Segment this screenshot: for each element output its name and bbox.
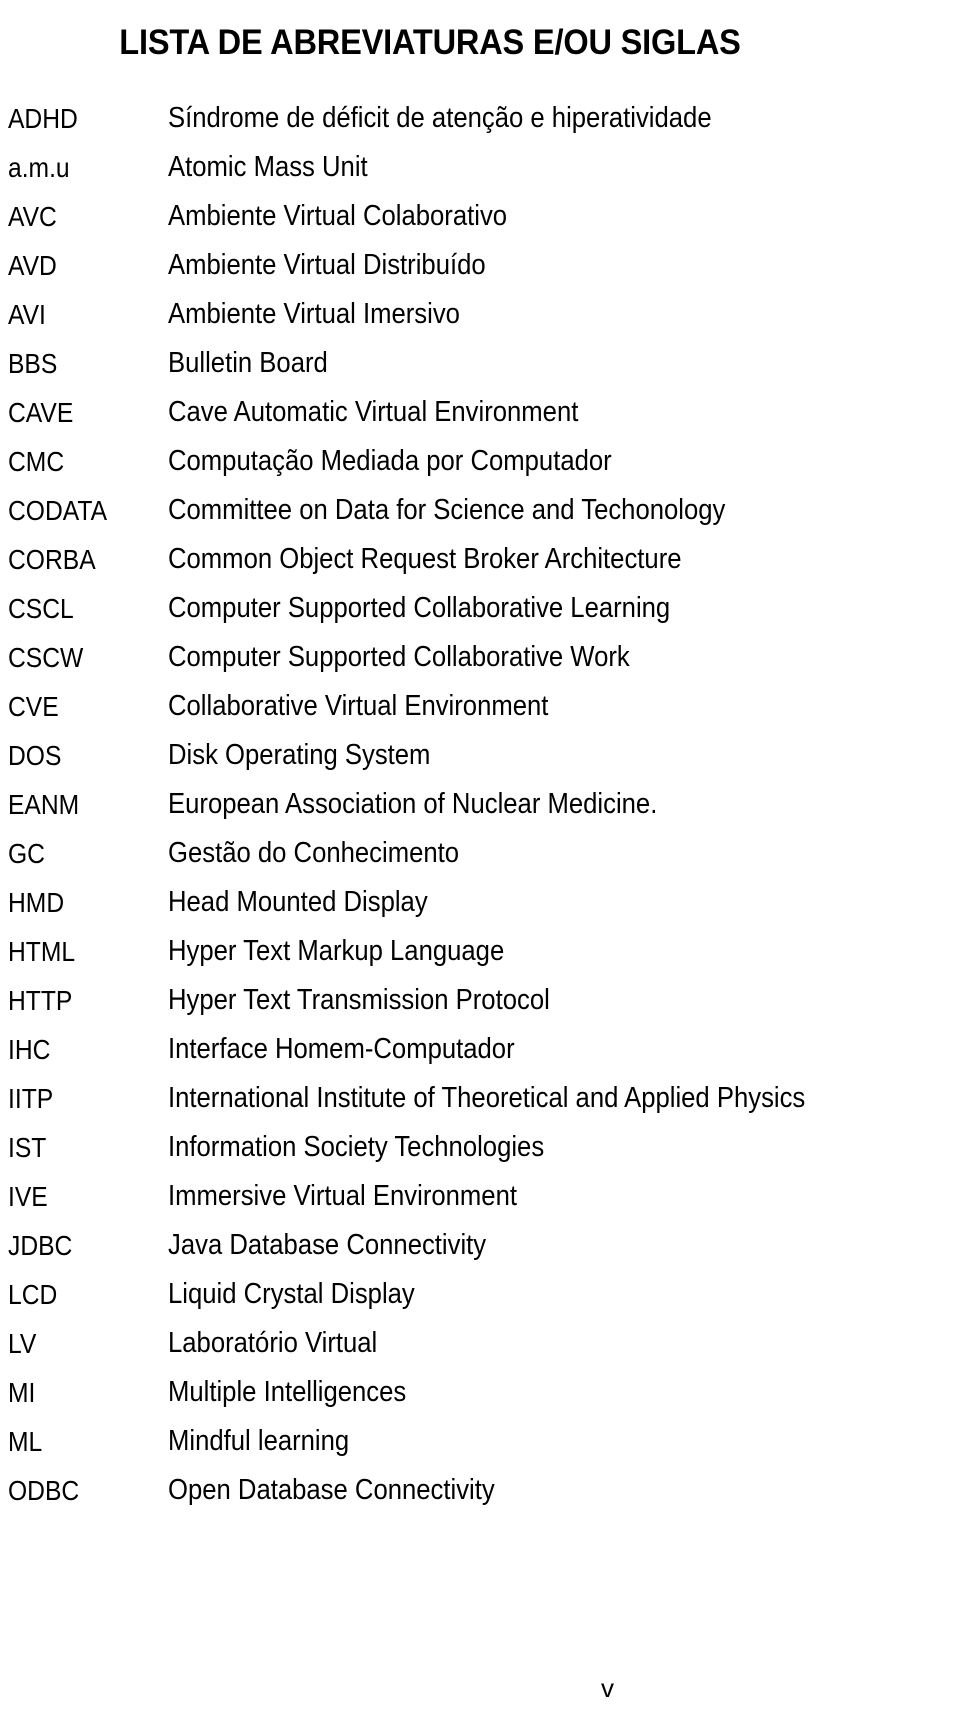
abbreviation-row: MI Multiple Intelligences [0,1368,960,1417]
abbreviation-definition: Atomic Mass Unit [168,151,368,183]
abbreviation-definition: International Institute of Theoretical a… [168,1082,806,1114]
abbreviation-term: CVE [8,691,59,722]
abbreviation-definition: Multiple Intelligences [168,1376,407,1408]
abbreviation-row: ODBC Open Database Connectivity [0,1466,960,1515]
abbreviation-row: DOS Disk Operating System [0,731,960,780]
abbreviation-row: IHC Interface Homem-Computador [0,1025,960,1074]
abbreviation-list: ADHD Síndrome de déficit de atenção e hip… [0,94,960,1515]
abbreviation-definition: Bulletin Board [168,347,328,379]
abbreviation-term: CAVE [8,397,74,428]
abbreviation-row: LCD Liquid Crystal Display [0,1270,960,1319]
abbreviation-row: HMD Head Mounted Display [0,878,960,927]
abbreviation-term: MI [8,1377,36,1408]
abbreviation-definition: Computer Supported Collaborative Learnin… [168,592,671,624]
abbreviation-definition: Liquid Crystal Display [168,1278,415,1310]
abbreviation-term: IITP [8,1083,54,1114]
abbreviation-definition: Ambiente Virtual Distribuído [168,249,486,281]
abbreviation-row: CMC Computação Mediada por Computador [0,437,960,486]
abbreviation-term: a.m.u [8,152,70,183]
abbreviation-row: ADHD Síndrome de déficit de atenção e hip… [0,94,960,143]
abbreviation-row: GC Gestão do Conhecimento [0,829,960,878]
abbreviation-row: IST Information Society Technologies [0,1123,960,1172]
abbreviation-term: AVC [8,201,57,232]
abbreviation-row: CVE Collaborative Virtual Environment [0,682,960,731]
abbreviation-definition: Head Mounted Display [168,886,428,918]
abbreviation-definition: Ambiente Virtual Imersivo [168,298,460,330]
document-page: LISTA DE ABREVIATURAS E/OU SIGLAS ADHD Sí… [0,0,960,1721]
abbreviation-definition: Computer Supported Collaborative Work [168,641,630,673]
abbreviation-definition: Hyper Text Transmission Protocol [168,984,550,1016]
abbreviation-term: BBS [8,348,58,379]
abbreviation-definition: Immersive Virtual Environment [168,1180,517,1212]
abbreviation-row: ML Mindful learning [0,1417,960,1466]
abbreviation-row: AVC Ambiente Virtual Colaborativo [0,192,960,241]
abbreviation-term: CSCW [8,642,84,673]
page-title: LISTA DE ABREVIATURAS E/OU SIGLAS [119,23,741,63]
abbreviation-term: CMC [8,446,65,477]
abbreviation-term: HTML [8,936,76,967]
abbreviation-term: DOS [8,740,62,771]
abbreviation-term: IHC [8,1034,51,1065]
abbreviation-row: HTML Hyper Text Markup Language [0,927,960,976]
abbreviation-row: BBS Bulletin Board [0,339,960,388]
abbreviation-row: CORBA Common Object Request Broker Archit… [0,535,960,584]
abbreviation-term: ADHD [8,103,78,134]
abbreviation-term: IST [8,1132,47,1163]
abbreviation-term: CSCL [8,593,74,624]
abbreviation-row: CAVE Cave Automatic Virtual Environment [0,388,960,437]
abbreviation-row: CODATA Committee on Data for Science and … [0,486,960,535]
abbreviation-term: CODATA [8,495,108,526]
abbreviation-definition: Java Database Connectivity [168,1229,487,1261]
abbreviation-definition: Gestão do Conhecimento [168,837,460,869]
abbreviation-term: EANM [8,789,80,820]
abbreviation-term: AVI [8,299,46,330]
abbreviation-definition: Common Object Request Broker Architectur… [168,543,682,575]
abbreviation-row: HTTP Hyper Text Transmission Protocol [0,976,960,1025]
abbreviation-term: ODBC [8,1475,80,1506]
abbreviation-term: IVE [8,1181,48,1212]
abbreviation-term: HMD [8,887,65,918]
abbreviation-definition: Síndrome de déficit de atenção e hiperat… [168,102,712,134]
abbreviation-definition: Open Database Connectivity [168,1474,495,1506]
abbreviation-row: AVD Ambiente Virtual Distribuído [0,241,960,290]
abbreviation-row: LV Laboratório Virtual [0,1319,960,1368]
abbreviation-row: a.m.u Atomic Mass Unit [0,143,960,192]
abbreviation-term: LV [8,1328,37,1359]
abbreviation-row: JDBC Java Database Connectivity [0,1221,960,1270]
abbreviation-definition: Information Society Technologies [168,1131,545,1163]
abbreviation-row: AVI Ambiente Virtual Imersivo [0,290,960,339]
abbreviation-row: CSCL Computer Supported Collaborative Lea… [0,584,960,633]
abbreviation-row: IITP International Institute of Theoretic… [0,1074,960,1123]
abbreviation-row: CSCW Computer Supported Collaborative Wor… [0,633,960,682]
abbreviation-definition: Hyper Text Markup Language [168,935,505,967]
abbreviation-term: HTTP [8,985,73,1016]
abbreviation-term: CORBA [8,544,96,575]
abbreviation-term: ML [8,1426,43,1457]
abbreviation-row: IVE Immersive Virtual Environment [0,1172,960,1221]
abbreviation-term: LCD [8,1279,58,1310]
abbreviation-definition: Committee on Data for Science and Techon… [168,494,726,526]
abbreviation-term: JDBC [8,1230,73,1261]
abbreviation-definition: Interface Homem-Computador [168,1033,515,1065]
abbreviation-definition: Mindful learning [168,1425,350,1457]
abbreviation-term: AVD [8,250,57,281]
abbreviation-definition: Disk Operating System [168,739,431,771]
abbreviation-term: GC [8,838,45,869]
abbreviation-row: EANM European Association of Nuclear Medi… [0,780,960,829]
abbreviation-definition: Laboratório Virtual [168,1327,378,1359]
abbreviation-definition: Collaborative Virtual Environment [168,690,549,722]
abbreviation-definition: European Association of Nuclear Medicine… [168,788,658,820]
abbreviation-definition: Cave Automatic Virtual Environment [168,396,579,428]
abbreviation-definition: Computação Mediada por Computador [168,445,612,477]
abbreviation-definition: Ambiente Virtual Colaborativo [168,200,508,232]
page-number: v [601,1673,614,1703]
